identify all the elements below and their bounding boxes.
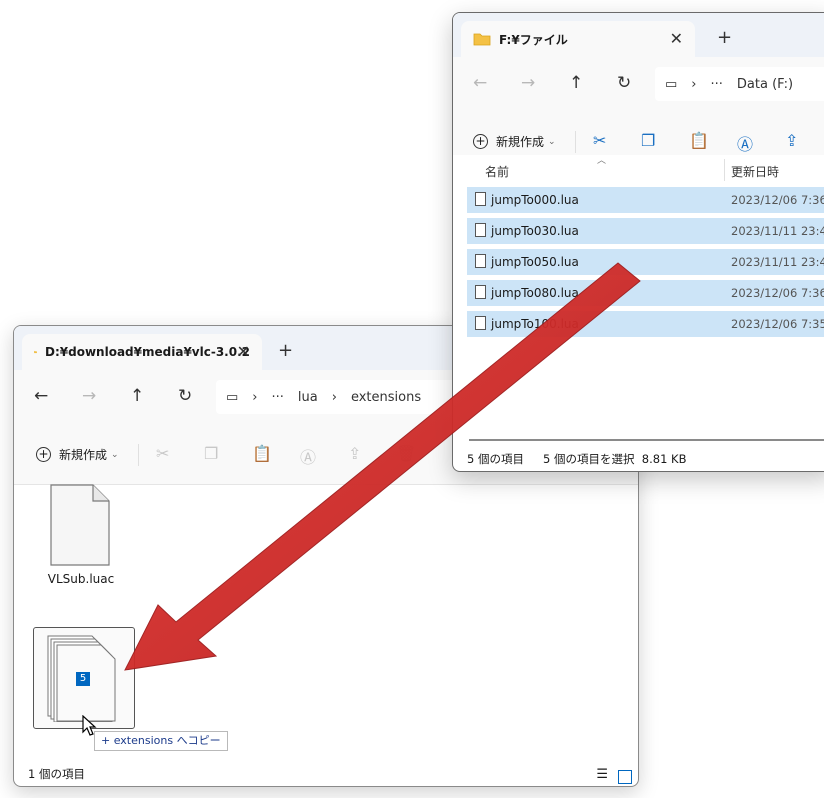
- drag-direction-arrow: [124, 262, 641, 671]
